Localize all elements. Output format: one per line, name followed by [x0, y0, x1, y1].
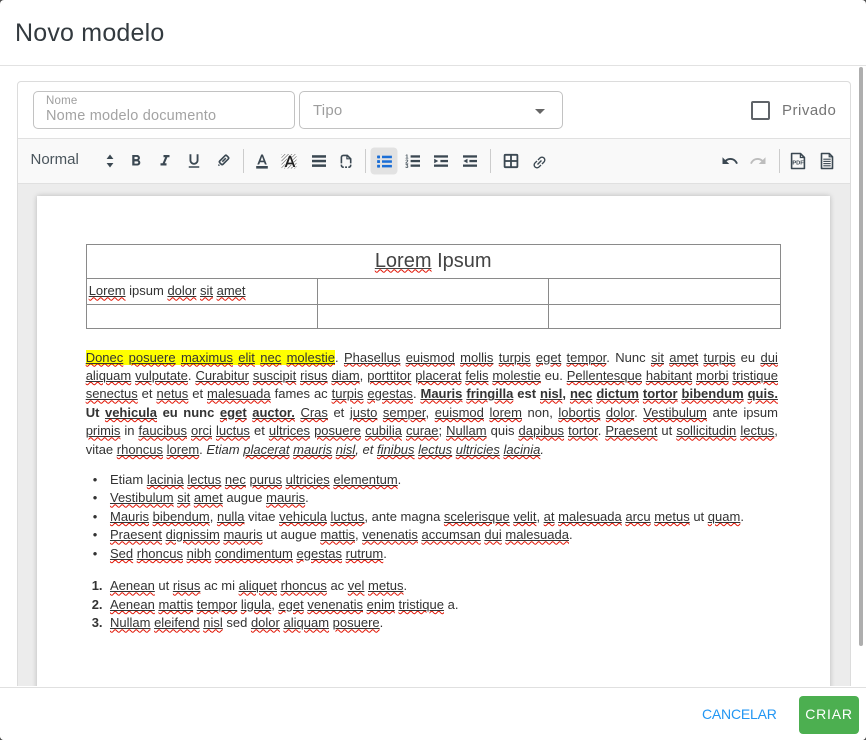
svg-text:3: 3 — [405, 164, 409, 170]
svg-text:PDF: PDF — [793, 161, 805, 167]
